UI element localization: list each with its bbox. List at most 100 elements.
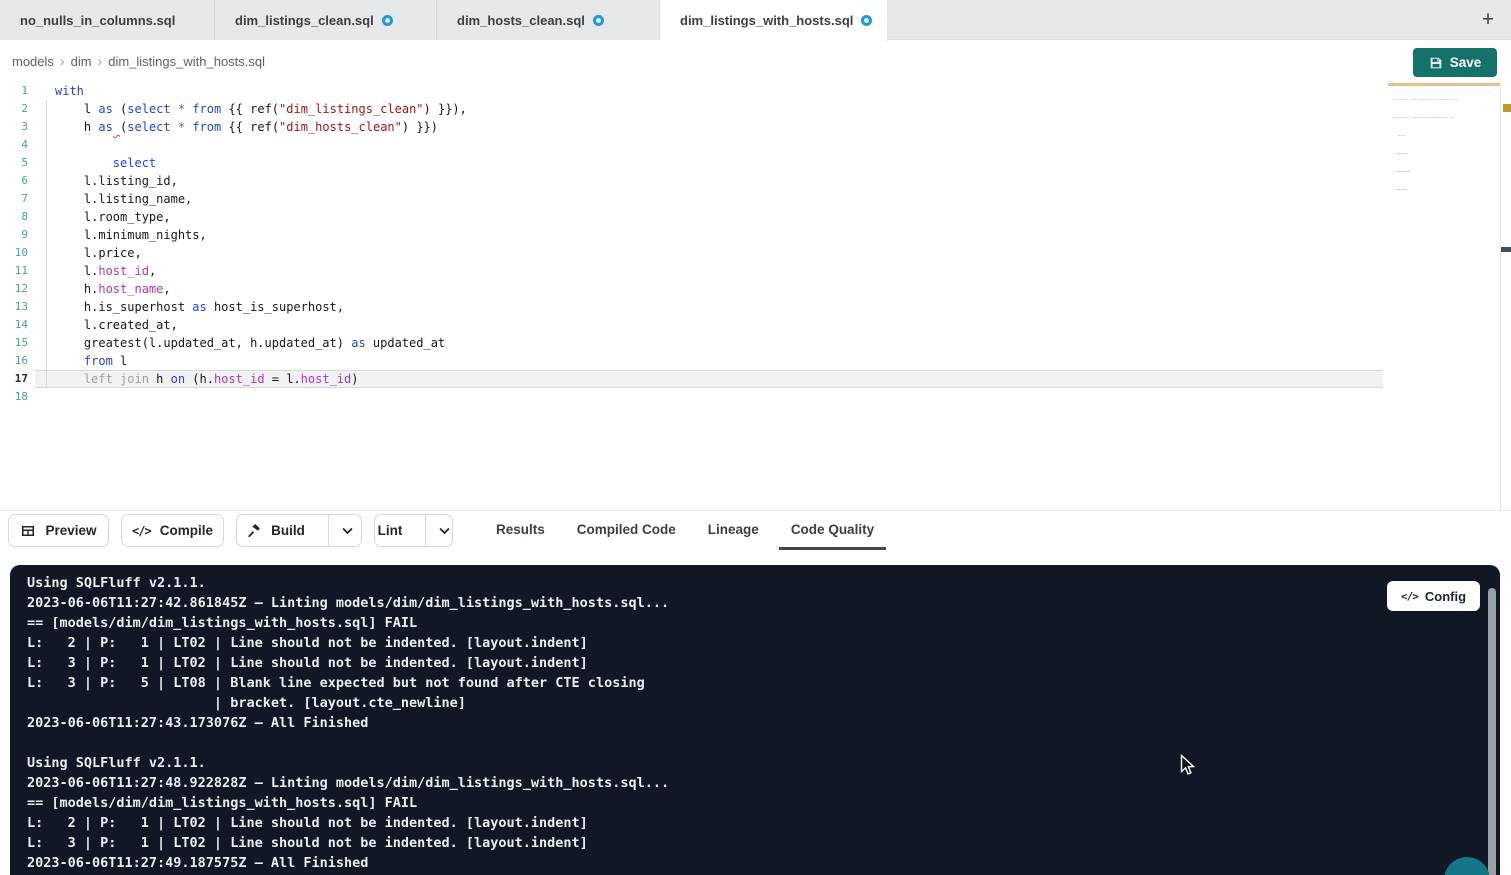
chevron-down-icon [438,524,451,537]
build-hammer-icon [246,523,262,539]
build-options-button[interactable] [328,515,366,546]
build-button[interactable]: Build [232,515,319,546]
code-lines[interactable]: 1with2 l as (select * from {{ ref("dim_l… [0,82,1383,406]
build-label: Build [271,523,305,538]
code-line[interactable]: 1with [0,82,1383,100]
breadcrumb-segment[interactable]: dim_listings_with_hosts.sql [108,54,265,69]
file-tab-label: dim_listings_clean.sql [235,13,374,28]
code-line[interactable]: 11 l.host_id, [0,262,1383,280]
lint-output-terminal[interactable]: Using SQLFluff v2.1.1.2023-06-06T11:27:4… [10,565,1500,875]
code-editor[interactable]: 1with2 l as (select * from {{ ref("dim_l… [0,80,1511,510]
code-line[interactable]: 12 h.host_name, [0,280,1383,298]
code-line[interactable]: 10 l.price, [0,244,1383,262]
minimap[interactable]: with l as (select * from {{ ref("dim_lis… [1388,80,1498,200]
code-line[interactable]: 13 h.is_superhost as host_is_superhost, [0,298,1383,316]
line-number: 7 [0,190,35,208]
terminal-scrollbar[interactable] [1488,588,1496,875]
breadcrumb-segment[interactable]: models [12,54,54,69]
line-number: 8 [0,208,35,226]
code-line[interactable]: 18 [0,388,1383,406]
config-button[interactable]: </> Config [1387,581,1480,611]
result-tab-code-quality[interactable]: Code Quality [779,511,886,550]
code-line[interactable]: 14 l.created_at, [0,316,1383,334]
line-number: 5 [0,154,35,172]
terminal-output: Using SQLFluff v2.1.1.2023-06-06T11:27:4… [27,573,669,873]
preview-label: Preview [45,523,96,538]
line-number: 6 [0,172,35,190]
breadcrumb-segment[interactable]: dim [71,54,92,69]
config-label: Config [1425,589,1466,604]
line-number: 10 [0,244,35,262]
config-code-icon: </> [1401,590,1418,603]
terminal-line: L: 2 | P: 1 | LT02 | Line should not be … [27,633,669,653]
chevron-down-icon [341,524,354,537]
new-tab-button[interactable]: + [1471,0,1505,40]
unsaved-changes-dot-icon [861,15,872,26]
result-tab-compiled-code[interactable]: Compiled Code [565,511,688,550]
terminal-line: L: 2 | P: 1 | LT02 | Line should not be … [27,813,669,833]
file-tab[interactable]: dim_listings_clean.sql [215,0,437,40]
file-tab[interactable]: dim_listings_with_hosts.sql [660,0,888,41]
preview-button[interactable]: Preview [8,514,109,547]
code-line[interactable]: 15 greatest(l.updated_at, h.updated_at) … [0,334,1383,352]
file-tab[interactable]: dim_hosts_clean.sql [437,0,660,40]
compile-button[interactable]: </> Compile [121,514,224,547]
code-line[interactable]: 4 [0,136,1383,154]
line-number: 16 [0,352,35,370]
code-line[interactable]: 8 l.room_type, [0,208,1383,226]
code-line[interactable]: 9 l.minimum_nights, [0,226,1383,244]
breadcrumb-bar: models›dim›dim_listings_with_hosts.sql S… [0,41,1511,80]
code-line[interactable]: 17 left join h on (h.host_id = l.host_id… [0,370,1383,388]
file-tab[interactable]: no_nulls_in_columns.sql [0,0,215,40]
terminal-line: 2023-06-06T11:27:42.861845Z – Linting mo… [27,593,669,613]
code-line[interactable]: 2 l as (select * from {{ ref("dim_listin… [0,100,1383,118]
line-number: 17 [0,370,35,388]
save-button[interactable]: Save [1413,48,1497,77]
terminal-line: Using SQLFluff v2.1.1. [27,573,669,593]
file-tab-label: no_nulls_in_columns.sql [20,13,175,28]
unsaved-changes-dot-icon [382,15,393,26]
preview-grid-icon [20,523,36,539]
lint-button[interactable]: Lint [364,515,417,546]
result-tab-results[interactable]: Results [484,511,557,550]
terminal-line: 2023-06-06T11:27:48.922828Z – Linting mo… [27,773,669,793]
line-number: 18 [0,388,35,406]
file-tab-label: dim_listings_with_hosts.sql [680,13,853,28]
line-number: 1 [0,82,35,100]
code-line[interactable]: 16 from l [0,352,1383,370]
breadcrumb: models›dim›dim_listings_with_hosts.sql [12,53,265,69]
indent-guide [46,100,47,388]
dbt-ide-window: no_nulls_in_columns.sql dim_listings_clea… [0,0,1511,875]
code-line[interactable]: 3 h as (select * from {{ ref("dim_hosts_… [0,118,1383,136]
line-number: 9 [0,226,35,244]
lint-label: Lint [378,523,403,538]
line-number: 13 [0,298,35,316]
line-number: 11 [0,262,35,280]
compile-code-icon: </> [132,524,151,538]
line-number: 3 [0,118,35,136]
terminal-line: 2023-06-06T11:27:43.173076Z – All Finish… [27,713,669,733]
line-number: 15 [0,334,35,352]
terminal-line: Using SQLFluff v2.1.1. [27,753,669,773]
line-number: 14 [0,316,35,334]
terminal-line: | bracket. [layout.cte_newline] [27,693,669,713]
result-tabs: ResultsCompiled CodeLineageCode Quality [484,511,886,550]
code-line[interactable]: 6 l.listing_id, [0,172,1383,190]
terminal-line: L: 3 | P: 1 | LT02 | Line should not be … [27,653,669,673]
save-floppy-icon [1429,56,1443,70]
line-number: 4 [0,136,35,154]
result-tab-lineage[interactable]: Lineage [696,511,771,550]
editor-scroll-position-marker[interactable] [1501,247,1511,252]
lint-split-button: Lint [374,514,453,547]
compile-label: Compile [160,523,213,538]
lint-options-button[interactable] [425,515,463,546]
code-line[interactable]: 7 l.listing_name, [0,190,1383,208]
breadcrumb-separator-icon: › [60,53,65,69]
unsaved-changes-dot-icon [593,15,604,26]
terminal-line: L: 3 | P: 5 | LT08 | Blank line expected… [27,673,669,693]
editor-annotation-gutter[interactable] [1500,80,1511,510]
terminal-line: == [models/dim/dim_listings_with_hosts.s… [27,613,669,633]
code-line[interactable]: 5 select [0,154,1383,172]
line-number: 2 [0,100,35,118]
build-split-button: Build [236,514,362,547]
